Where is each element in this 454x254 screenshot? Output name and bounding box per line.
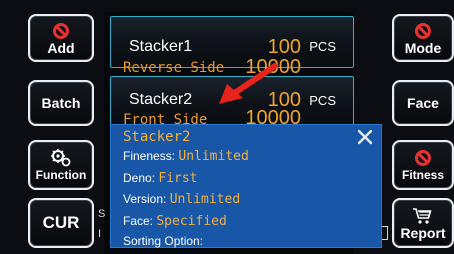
add-button-label: Add: [47, 40, 75, 56]
ban-icon: [415, 23, 431, 39]
red-arrow-icon: [219, 63, 278, 104]
function-button-label: Function: [35, 168, 87, 182]
device-screen: Add Batch Function CUR Mode Face Fitness: [0, 0, 454, 254]
stacker2-title: Stacker2: [129, 91, 193, 108]
deno-label: Deno:: [123, 171, 156, 185]
add-button[interactable]: Add: [28, 14, 94, 62]
version-label: Version:: [123, 192, 167, 206]
popup-title: Stacker2: [123, 129, 191, 145]
bottom-left-fragment: S: [98, 208, 106, 220]
sorting-option-label: Sorting Option:: [123, 234, 204, 248]
face-label: Face:: [123, 214, 154, 228]
report-button-label: Report: [400, 225, 446, 241]
popup-row-sorting-option: Sorting Option:: [123, 234, 203, 249]
ban-icon: [53, 23, 69, 39]
face-value: Specified: [156, 214, 227, 229]
cur-button[interactable]: CUR: [28, 198, 94, 248]
stacker1-panel[interactable]: Stacker1 Reverse Side 100 PCS 10000: [110, 16, 354, 78]
deno-value: First: [158, 171, 198, 186]
stacker2-unit: PCS: [309, 93, 336, 108]
popup-row-deno: Deno: First: [123, 171, 198, 186]
batch-button[interactable]: Batch: [28, 80, 94, 126]
version-value: Unlimited: [169, 192, 241, 207]
fineness-label: Fineness:: [123, 149, 176, 163]
report-button[interactable]: Report: [392, 198, 454, 248]
bottom-left-fragment-2: I: [98, 228, 102, 240]
stacker1-title: Stacker1: [129, 38, 193, 55]
stacker1-unit: PCS: [309, 39, 336, 54]
face-button-label: Face: [407, 95, 439, 111]
popup-row-fineness: Fineness: Unlimited: [123, 149, 249, 164]
fitness-button-label: Fitness: [401, 168, 444, 182]
fineness-value: Unlimited: [178, 149, 249, 164]
fitness-button[interactable]: Fitness: [392, 140, 454, 190]
mode-button-label: Mode: [404, 40, 442, 56]
cart-icon: [413, 208, 432, 224]
ban-icon: [415, 150, 431, 166]
batch-button-label: Batch: [41, 95, 81, 111]
gears-icon: [51, 149, 71, 167]
function-button[interactable]: Function: [28, 140, 94, 190]
stacker-info-popup: Stacker2 Fineness: Unlimited Deno: First…: [110, 124, 382, 248]
popup-row-version: Version: Unlimited: [123, 192, 240, 207]
popup-row-face: Face: Specified: [123, 214, 227, 229]
mode-button[interactable]: Mode: [392, 14, 454, 62]
face-button[interactable]: Face: [392, 80, 454, 126]
close-icon[interactable]: [357, 129, 373, 145]
cur-button-label: CUR: [42, 213, 80, 232]
